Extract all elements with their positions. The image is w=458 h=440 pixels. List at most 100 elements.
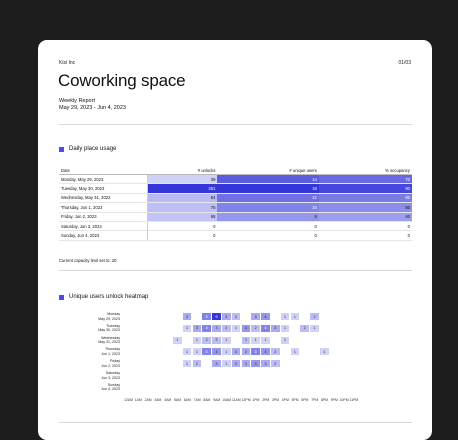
table-row: Wednesday, May 31, 2022 84 12 60 — [59, 193, 412, 204]
page-number: 01/03 — [398, 60, 411, 66]
heatmap-cell: 9 — [212, 313, 221, 320]
heatmap-cell: 2 — [192, 360, 202, 368]
occupancy-cell: 70 — [318, 174, 412, 185]
date-cell: Wednesday, May 31, 2022 — [59, 193, 148, 204]
heatmap-cell: 1 — [310, 324, 319, 332]
heatmap-cell: 1 — [280, 313, 290, 320]
heatmap-day-date: May 29, 2023 — [98, 316, 120, 321]
heatmap-day-label: Thursday Jun 1, 2023 — [50, 347, 120, 356]
heatmap-cell: 5 — [251, 348, 260, 356]
heatmap-day-date: May 31, 2023 — [98, 340, 120, 345]
heatmap-cell: 2 — [202, 336, 211, 344]
heatmap-cell: 3 — [261, 360, 270, 368]
unlocks-cell: 39 — [147, 174, 218, 185]
heatmap-cell: 1 — [192, 348, 202, 356]
section-square-icon — [59, 146, 64, 152]
heatmap-cell: 1 — [280, 336, 290, 344]
heatmap-day-label: Friday Jun 2, 2023 — [50, 359, 120, 368]
occupancy-cell: 60 — [318, 193, 412, 204]
heatmap-cell: 1 — [320, 348, 329, 356]
heatmap-cell: 1 — [192, 336, 202, 344]
heatmap-cell: 1 — [173, 336, 182, 344]
heatmap-cell: 4 — [261, 313, 270, 320]
company-name: Kisi Inc — [59, 60, 76, 66]
report-label: Weekly Report — [59, 98, 95, 104]
users-cell: 0 — [217, 230, 319, 241]
heatmap-cell: 3 — [182, 313, 192, 320]
table-row: Friday, Jun 2, 2023 65 8 40 — [59, 212, 412, 222]
heatmap-cell: 2 — [212, 336, 221, 344]
table-row: Monday, May 29, 2023 39 14 70 — [59, 174, 412, 185]
heatmap-cell: 2 — [310, 313, 319, 320]
unlocks-cell: 0 — [147, 221, 218, 232]
heatmap-cell: 5 — [261, 324, 270, 332]
column-header-unlocks: # unlocks — [147, 166, 218, 175]
heatmap-cell: 1 — [222, 360, 231, 368]
heatmap-cell: 3 — [251, 313, 260, 320]
unlocks-cell: 75 — [147, 202, 218, 213]
column-header-occupancy: % occupancy — [318, 166, 412, 175]
users-cell: 8 — [217, 212, 319, 222]
heatmap-cell: 5 — [202, 313, 211, 320]
heatmap-cell: 1 — [222, 348, 231, 356]
heatmap-cell: 2 — [300, 324, 309, 332]
heatmap-cell: 1 — [222, 336, 231, 344]
users-cell: 10 — [217, 202, 319, 213]
unlocks-cell: 84 — [147, 193, 218, 204]
occupancy-cell: 0 — [318, 221, 412, 232]
users-cell: 18 — [217, 183, 319, 194]
heatmap-hour-label: 11PM — [349, 398, 359, 402]
report-page: Kisi Inc 01/03 Coworking space Weekly Re… — [38, 40, 432, 440]
occupancy-cell: 90 — [318, 183, 412, 194]
capacity-note: Current capacity limit set to: 20 — [59, 258, 117, 263]
heatmap-cell: 2 — [271, 348, 280, 356]
heatmap-day-date: Jun 3, 2023 — [101, 375, 120, 380]
date-cell: Saturday, Jun 3, 2023 — [59, 221, 148, 232]
heatmap-cell: 1 — [280, 324, 290, 332]
heatmap-day-label: Saturday Jun 3, 2023 — [50, 371, 120, 380]
heatmap-cell: 4 — [261, 348, 270, 356]
heatmap-cell: 4 — [241, 324, 251, 332]
heatmap-cell: 1 — [182, 324, 192, 332]
heatmap-day-label: Wednesday May 31, 2023 — [50, 336, 120, 345]
date-cell: Friday, Jun 2, 2023 — [59, 212, 148, 222]
heatmap-day-date: Jun 4, 2023 — [101, 387, 120, 392]
heatmap-cell: 1 — [290, 348, 300, 356]
unlocks-cell: 0 — [147, 230, 218, 241]
section-daily-usage: Daily place usage — [59, 146, 116, 152]
heatmap-cell: 3 — [231, 348, 241, 356]
heatmap-cell: 3 — [241, 348, 251, 356]
heatmap-cell: 1 — [290, 313, 300, 320]
table-header-row: Date # unlocks # unique users % occupanc… — [59, 166, 412, 175]
section-title: Unique users unlock heatmap — [69, 294, 149, 300]
section-title: Daily place usage — [69, 146, 117, 152]
table-row: Saturday, Jun 3, 2023 0 0 0 — [59, 221, 412, 232]
occupancy-cell: 50 — [318, 202, 412, 213]
heatmap-cell: 5 — [202, 348, 211, 356]
table-row: Thursday, Jun 1, 2023 75 10 50 — [59, 202, 412, 213]
heatmap-cell: 2 — [251, 324, 260, 332]
date-cell: Monday, May 29, 2023 — [59, 174, 148, 185]
date-cell: Sunday, Jun 4, 2023 — [59, 230, 148, 241]
heatmap-cell: 3 — [271, 324, 280, 332]
daily-usage-table: Date # unlocks # unique users % occupanc… — [59, 166, 412, 241]
heatmap-cell: 3 — [222, 313, 231, 320]
heatmap-cell: 3 — [231, 360, 241, 368]
heatmap-cell: 5 — [202, 324, 211, 332]
occupancy-cell: 40 — [318, 212, 412, 222]
heatmap-day-label: Sunday Jun 4, 2023 — [50, 383, 120, 392]
heatmap-day-date: Jun 1, 2023 — [101, 351, 120, 356]
users-cell: 14 — [217, 174, 319, 185]
table-row: Sunday, Jun 4, 2023 0 0 0 — [59, 230, 412, 241]
date-cell: Tuesday, May 30, 2023 — [59, 183, 148, 194]
column-header-date: Date — [59, 166, 148, 175]
heatmap-cell: 2 — [241, 336, 251, 344]
column-header-users: # unique users — [217, 166, 319, 175]
section-heatmap: Unique users unlock heatmap — [59, 294, 148, 300]
heatmap-cell: 3 — [212, 360, 221, 368]
report-date-range: May 29, 2023 - Jun 4, 2023 — [59, 105, 126, 111]
heatmap-cell: 3 — [192, 324, 202, 332]
users-cell: 0 — [217, 221, 319, 232]
heatmap-cell: 2 — [231, 313, 241, 320]
unlocks-cell: 65 — [147, 212, 218, 222]
